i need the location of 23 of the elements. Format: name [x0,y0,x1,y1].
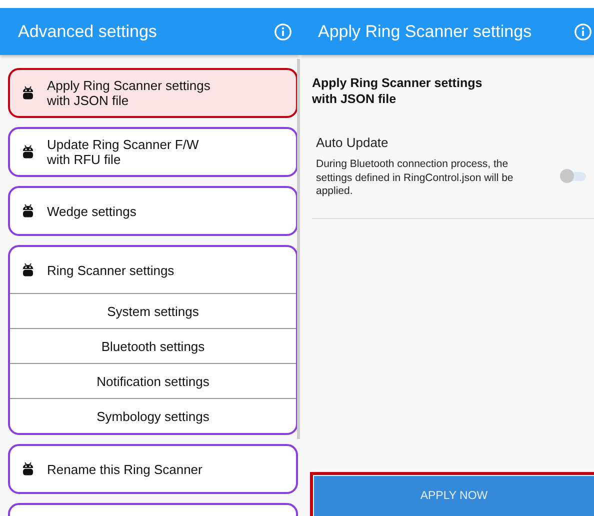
android-icon [22,204,34,218]
info-icon[interactable] [274,22,292,40]
submenu-item[interactable]: Notification settings [10,363,296,398]
menu-item[interactable]: Apply Ring Scanner settings with JSON file [8,68,298,118]
setting-description: During Bluetooth connection process, the settings defined in RingControl.json will be applied. [316,158,514,198]
android-icon [22,263,34,277]
menu-group-header[interactable]: Ring Scanner settings [10,247,296,293]
info-icon[interactable] [574,22,592,40]
submenu-item[interactable]: Bluetooth settings [10,328,296,363]
menu-item[interactable]: Wedge settings [8,186,298,236]
setting-label: Auto Update [316,135,390,150]
submenu-item[interactable]: System settings [10,293,296,328]
android-icon [22,86,34,100]
section-heading: Apply Ring Scanner settings with JSON file [312,75,484,107]
screen-title: Apply Ring Scanner settings [318,22,532,42]
submenu-item[interactable]: Symbology settings [10,398,296,433]
menu-item[interactable]: Update Ring Scanner F/W with RFU file [8,127,298,177]
menu-group-label: Ring Scanner settings [47,262,174,278]
menu-item[interactable]: Rename this Ring Scanner [8,444,298,494]
android-icon [22,145,34,159]
android-icon [22,462,34,476]
screen-title: Advanced settings [18,22,157,42]
toggle-switch[interactable] [560,169,586,183]
